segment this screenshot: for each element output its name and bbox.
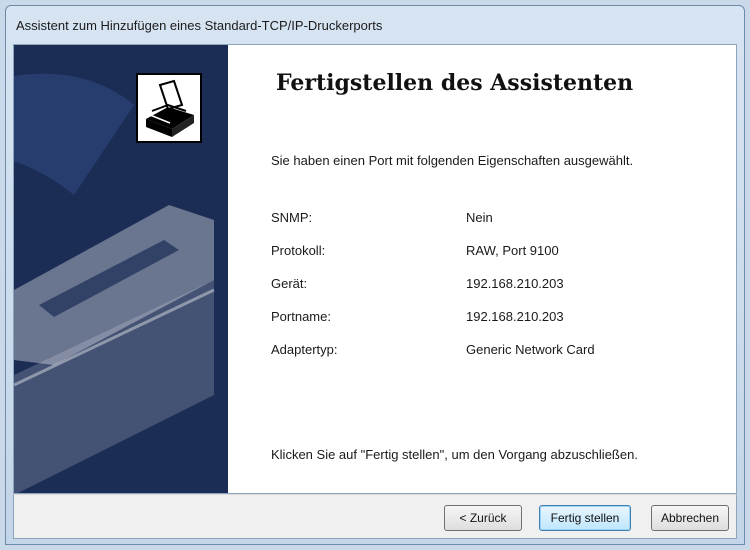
property-label: Adaptertyp: bbox=[271, 342, 338, 357]
back-button[interactable]: < Zurück bbox=[444, 505, 522, 531]
property-label: SNMP: bbox=[271, 210, 313, 225]
printer-icon bbox=[136, 73, 202, 143]
wizard-sidebar bbox=[14, 45, 228, 493]
title-bar[interactable]: Assistent zum Hinzufügen eines Standard-… bbox=[6, 6, 744, 44]
cancel-button[interactable]: Abbrechen bbox=[651, 505, 729, 531]
wizard-content: Fertigstellen des Assistenten Sie haben … bbox=[13, 44, 737, 494]
property-row-adaptertype: Adaptertyp: Generic Network Card bbox=[271, 342, 595, 375]
window-title: Assistent zum Hinzufügen eines Standard-… bbox=[16, 17, 383, 33]
intro-text: Sie haben einen Port mit folgenden Eigen… bbox=[271, 153, 634, 168]
property-label: Portname: bbox=[271, 309, 331, 324]
property-value: 192.168.210.203 bbox=[466, 309, 564, 324]
property-value: RAW, Port 9100 bbox=[466, 243, 559, 258]
button-bar: < Zurück Fertig stellen Abbrechen bbox=[13, 494, 737, 539]
property-label: Protokoll: bbox=[271, 243, 326, 258]
property-value: 192.168.210.203 bbox=[466, 276, 564, 291]
properties-list: SNMP: Nein Protokoll: RAW, Port 9100 Ger… bbox=[271, 210, 595, 375]
wizard-window: Assistent zum Hinzufügen eines Standard-… bbox=[5, 5, 745, 545]
property-row-portname: Portname: 192.168.210.203 bbox=[271, 309, 595, 342]
property-row-protocol: Protokoll: RAW, Port 9100 bbox=[271, 243, 595, 276]
finish-instruction: Klicken Sie auf "Fertig stellen", um den… bbox=[271, 447, 638, 462]
property-row-device: Gerät: 192.168.210.203 bbox=[271, 276, 595, 309]
property-label: Gerät: bbox=[271, 276, 308, 291]
property-row-snmp: SNMP: Nein bbox=[271, 210, 595, 243]
wizard-main-panel: Fertigstellen des Assistenten Sie haben … bbox=[228, 45, 736, 493]
page-title: Fertigstellen des Assistenten bbox=[276, 70, 634, 96]
property-value: Nein bbox=[466, 210, 493, 225]
finish-button[interactable]: Fertig stellen bbox=[539, 505, 631, 531]
property-value: Generic Network Card bbox=[466, 342, 595, 357]
